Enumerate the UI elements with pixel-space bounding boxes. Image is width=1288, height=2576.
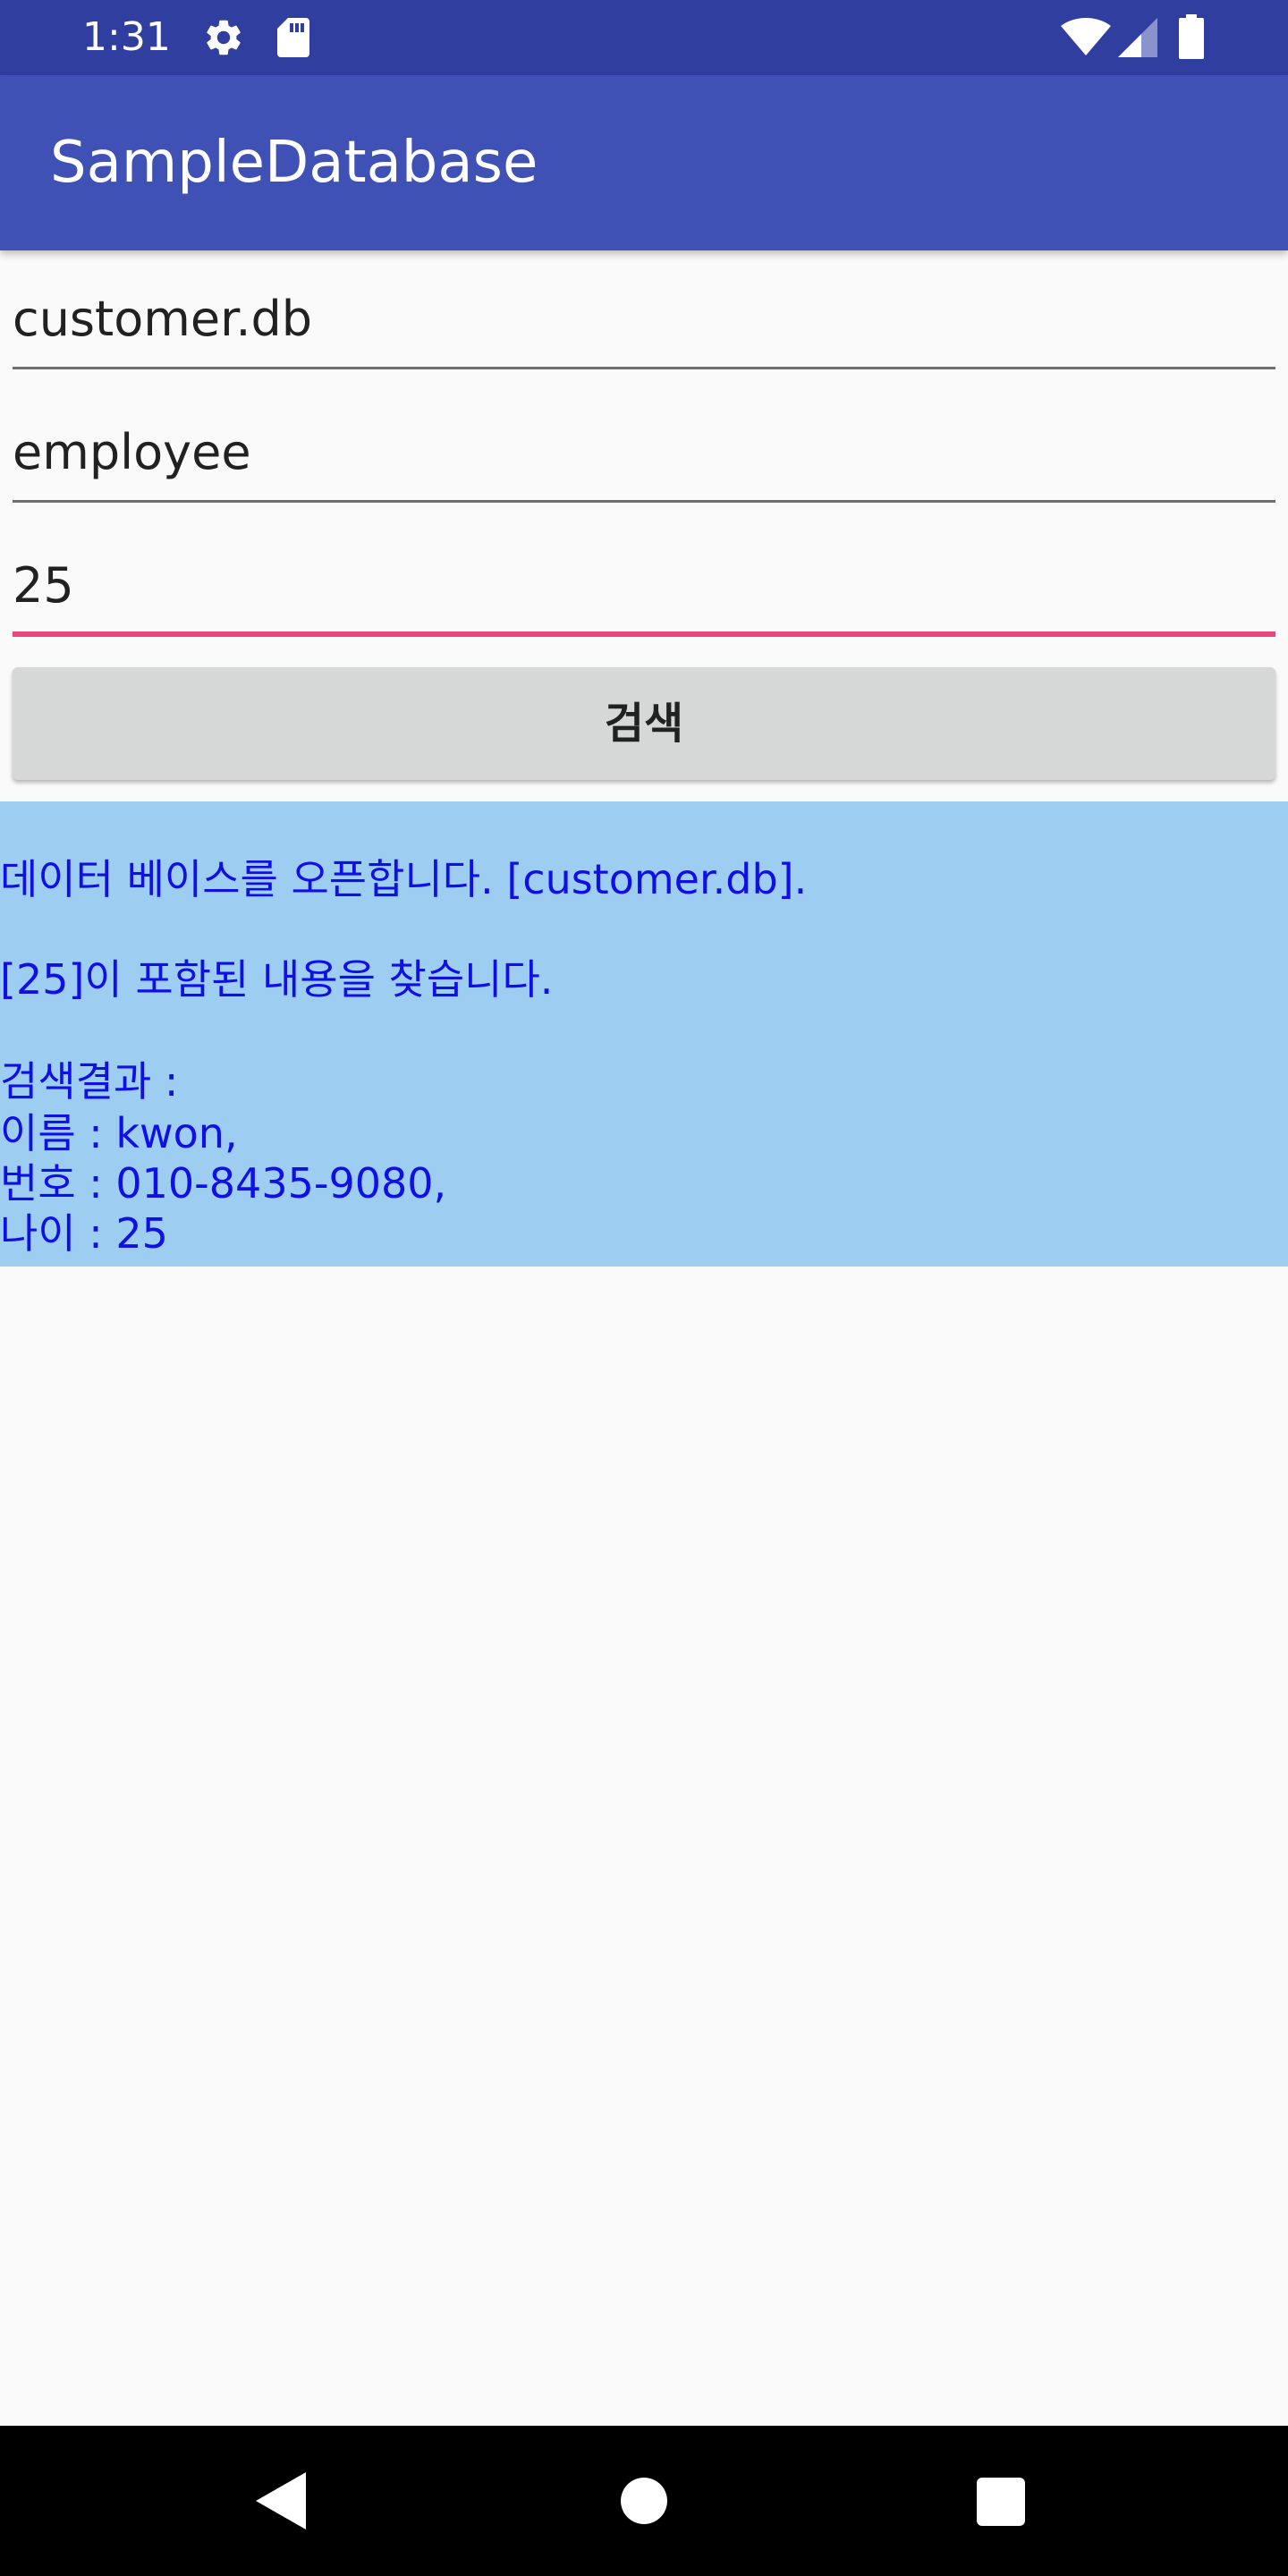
result-phone: 번호 : 010-8435-9080, [0, 1159, 447, 1208]
cell-signal-icon [1118, 18, 1157, 57]
result-search-message: [25]이 포함된 내용을 찾습니다. [0, 955, 554, 1004]
table-name-field[interactable] [13, 407, 1275, 505]
table-name-input[interactable] [13, 407, 1275, 496]
back-icon[interactable] [256, 2472, 306, 2529]
battery-icon [1179, 14, 1204, 59]
table-name-underline [13, 500, 1275, 503]
search-keyword-underline [13, 631, 1275, 637]
status-time: 1:31 [82, 14, 171, 60]
recents-icon[interactable] [977, 2478, 1025, 2526]
home-icon[interactable] [621, 2478, 667, 2524]
result-name: 이름 : kwon, [0, 1109, 238, 1157]
sd-card-icon [277, 18, 309, 57]
result-panel: 데이터 베이스를 오픈합니다. [customer.db]. [25]이 포함된… [0, 801, 1288, 1267]
app-title: SampleDatabase [50, 130, 538, 196]
database-name-field[interactable] [13, 274, 1275, 372]
app-bar: SampleDatabase [0, 75, 1288, 250]
result-age: 나이 : 25 [0, 1209, 168, 1258]
search-keyword-field[interactable] [13, 540, 1275, 639]
gear-icon [207, 20, 241, 55]
status-bar: 1:31 [0, 0, 1288, 75]
result-heading: 검색결과 : [0, 1057, 179, 1106]
result-open-message: 데이터 베이스를 오픈합니다. [customer.db]. [0, 855, 808, 903]
database-name-input[interactable] [13, 274, 1275, 363]
database-name-underline [13, 367, 1275, 369]
search-keyword-input[interactable] [13, 540, 1275, 630]
search-button[interactable]: 검색 [13, 667, 1275, 780]
navigation-bar [0, 2426, 1288, 2576]
wifi-icon [1061, 18, 1111, 55]
